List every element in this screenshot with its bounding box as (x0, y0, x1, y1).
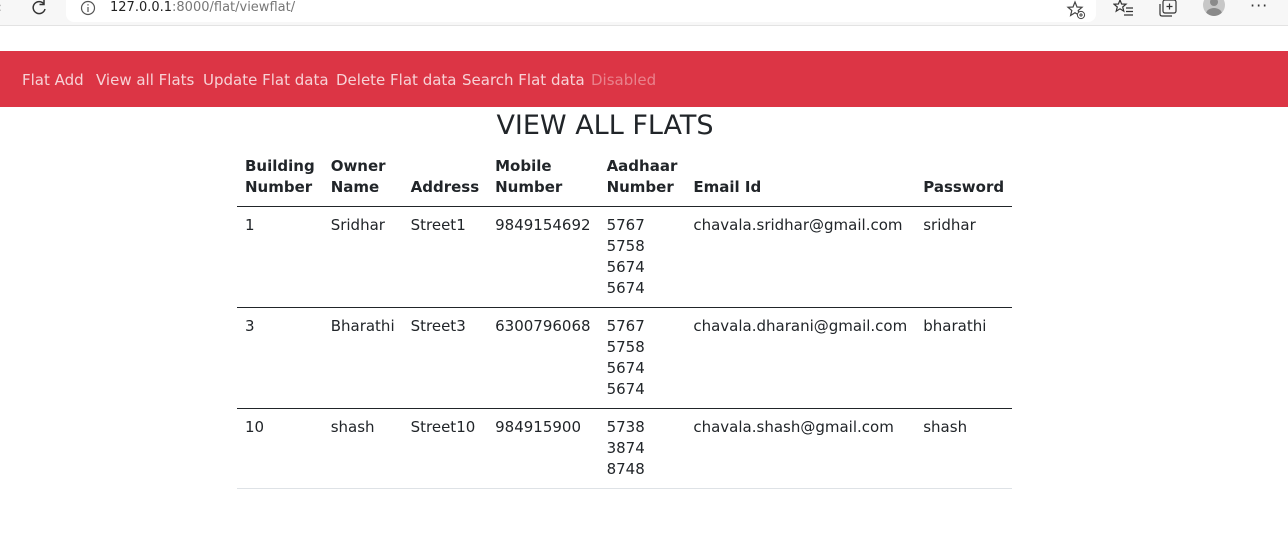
reload-icon[interactable] (30, 0, 48, 17)
nav-flat-add[interactable]: Flat Add (22, 70, 84, 90)
cell-mobile-number: 6300796068 (487, 307, 599, 409)
table-header-row: Building Number Owner Name Address Mobil… (237, 148, 1013, 207)
header-owner-name: Owner Name (322, 148, 403, 207)
cell-building-number: 3 (237, 307, 323, 409)
table-row: 10 shash Street10 984915900 5738 3874 87… (237, 408, 1013, 489)
header-password: Password (915, 148, 1013, 207)
aadhaar-value: 5767 5758 5674 5674 (606, 216, 645, 297)
cell-password: sridhar (915, 206, 1013, 308)
collections-icon[interactable] (1157, 0, 1179, 19)
cell-email-id: chavala.shash@gmail.com (685, 408, 916, 489)
cell-aadhaar-number: 5767 5758 5674 5674 (598, 206, 686, 308)
cell-owner-name: Sridhar (322, 206, 403, 308)
profile-avatar[interactable] (1203, 0, 1225, 16)
cell-building-number: 1 (237, 206, 323, 308)
header-aadhaar-number: Aadhaar Number (598, 148, 686, 207)
header-email-id: Email Id (685, 148, 916, 207)
cell-aadhaar-number: 5738 3874 8748 (598, 408, 686, 489)
aadhaar-value: 5767 5758 5674 5674 (606, 317, 645, 398)
nav-view-all-flats[interactable]: View all Flats (96, 70, 194, 90)
cell-building-number: 10 (237, 408, 323, 489)
more-options-icon[interactable]: ··· (1250, 0, 1268, 15)
page-title: VIEW ALL FLATS (496, 110, 714, 141)
header-mobile-number: Mobile Number (487, 148, 599, 207)
cell-mobile-number: 984915900 (487, 408, 599, 489)
cell-address: Street1 (402, 206, 488, 308)
cell-owner-name: shash (322, 408, 403, 489)
url-text[interactable]: 127.0.0.1:8000/flat/viewflat/ (110, 0, 295, 16)
top-navbar: Flat Add View all Flats Update Flat data… (0, 51, 1288, 107)
info-icon[interactable] (80, 0, 96, 16)
browser-chrome: ‹ 127.0.0.1:8000/flat/viewflat/ (0, 0, 1288, 51)
browser-toolbar: ‹ 127.0.0.1:8000/flat/viewflat/ (0, 0, 1288, 26)
nav-disabled: Disabled (591, 71, 657, 89)
favorites-icon[interactable] (1113, 0, 1135, 19)
cell-address: Street10 (402, 408, 488, 489)
header-address: Address (402, 148, 488, 207)
url-host: 127.0.0.1 (110, 0, 173, 15)
nav-delete-flat-data[interactable]: Delete Flat data (336, 70, 456, 90)
cell-password: shash (915, 408, 1013, 489)
table-row: 3 Bharathi Street3 6300796068 5767 5758 … (237, 307, 1013, 409)
cell-email-id: chavala.sridhar@gmail.com (685, 206, 916, 308)
cell-password: bharathi (915, 307, 1013, 409)
address-bar[interactable]: 127.0.0.1:8000/flat/viewflat/ (66, 0, 1096, 22)
table-row: 1 Sridhar Street1 9849154692 5767 5758 5… (237, 206, 1013, 308)
nav-update-flat-data[interactable]: Update Flat data (203, 70, 329, 90)
cell-owner-name: Bharathi (322, 307, 403, 409)
cell-mobile-number: 9849154692 (487, 206, 599, 308)
url-path: :8000/flat/viewflat/ (172, 0, 296, 15)
flats-table: Building Number Owner Name Address Mobil… (237, 148, 1013, 489)
header-building-number: Building Number (237, 148, 323, 207)
cell-address: Street3 (402, 307, 488, 409)
add-favorite-icon[interactable] (1066, 0, 1086, 20)
cell-email-id: chavala.dharani@gmail.com (685, 307, 916, 409)
aadhaar-value: 5738 3874 8748 (606, 418, 645, 478)
back-arrow-icon[interactable]: ‹ (0, 0, 2, 16)
cell-aadhaar-number: 5767 5758 5674 5674 (598, 307, 686, 409)
nav-search-flat-data[interactable]: Search Flat data (462, 70, 585, 90)
